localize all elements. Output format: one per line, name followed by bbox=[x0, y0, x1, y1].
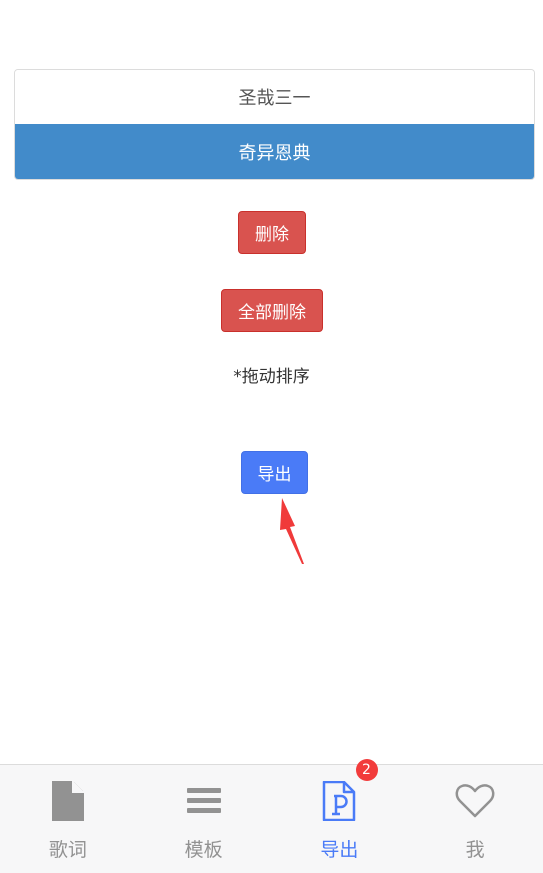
tab-lyrics[interactable]: 歌词 bbox=[0, 765, 136, 873]
heart-icon bbox=[455, 784, 495, 818]
delete-all-button[interactable]: 全部删除 bbox=[221, 289, 323, 332]
tab-label: 我 bbox=[465, 839, 485, 861]
export-button-label: 导出 bbox=[257, 465, 292, 485]
tab-label: 导出 bbox=[320, 839, 359, 861]
export-button[interactable]: 导出 bbox=[241, 451, 308, 494]
tab-me[interactable]: 我 bbox=[407, 765, 543, 873]
sort-hint: *拖动排序 bbox=[233, 367, 310, 387]
file-icon bbox=[51, 781, 84, 821]
song-title: 奇异恩典 bbox=[238, 142, 311, 164]
delete-button-label: 删除 bbox=[255, 225, 289, 245]
song-list-item-active[interactable]: 奇异恩典 bbox=[15, 124, 534, 179]
notification-badge: 2 bbox=[355, 759, 378, 781]
delete-button[interactable]: 删除 bbox=[238, 211, 306, 254]
song-title: 圣哉三一 bbox=[238, 88, 311, 109]
bottom-tab-bar: 歌词 模板 2 导出 我 bbox=[0, 759, 543, 873]
tab-label: 模板 bbox=[184, 839, 223, 861]
tab-export[interactable]: 2 导出 bbox=[272, 759, 408, 873]
song-list-item[interactable]: 圣哉三一 bbox=[15, 70, 534, 124]
tab-label: 歌词 bbox=[48, 839, 87, 861]
delete-all-button-label: 全部删除 bbox=[238, 303, 306, 323]
ppt-file-icon bbox=[323, 781, 356, 821]
tab-templates[interactable]: 模板 bbox=[136, 765, 272, 873]
menu-lines-icon bbox=[186, 788, 221, 813]
song-list: 圣哉三一 奇异恩典 bbox=[14, 69, 535, 180]
annotation-arrow-icon bbox=[280, 498, 304, 564]
